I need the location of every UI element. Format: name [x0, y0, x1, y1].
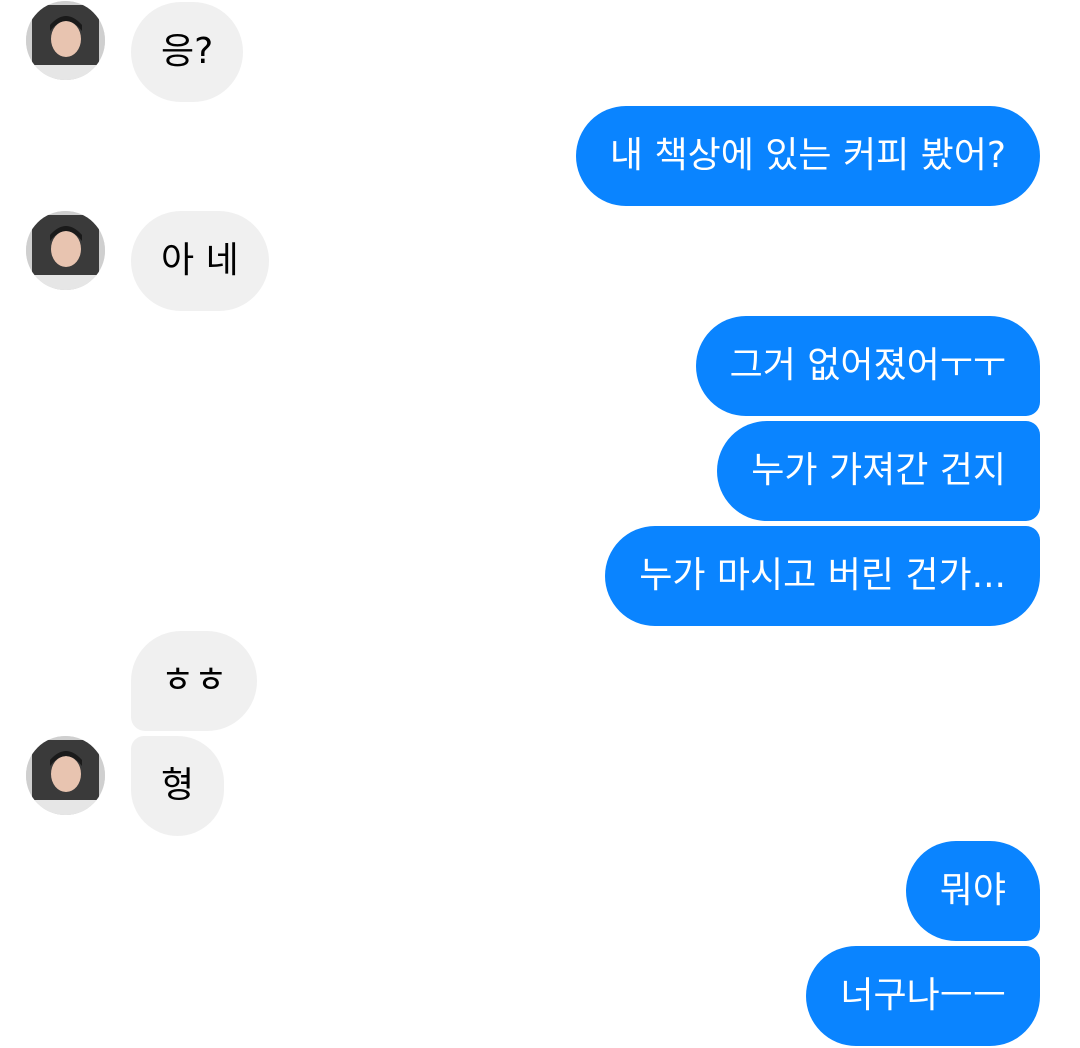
sent-message-bubble[interactable]: 그거 없어졌어ㅜㅜ [695, 316, 1040, 416]
received-message-bubble[interactable]: 형 [131, 736, 225, 836]
sent-message-bubble[interactable]: 누가 가져간 건지 [717, 421, 1040, 521]
contact-avatar[interactable] [26, 1, 105, 80]
received-message-bubble[interactable]: ㅎㅎ [131, 631, 258, 731]
avatar-photo-icon [26, 211, 105, 290]
avatar-photo-icon [26, 1, 105, 80]
contact-avatar[interactable] [26, 736, 105, 815]
avatar-photo-icon [26, 736, 105, 815]
received-message-bubble[interactable]: 아 네 [131, 211, 269, 311]
received-message-bubble[interactable]: 응? [131, 2, 244, 102]
sent-message-bubble[interactable]: 누가 마시고 버린 건가... [605, 526, 1040, 626]
contact-avatar[interactable] [26, 211, 105, 290]
sent-message-bubble[interactable]: 뭐야 [905, 841, 1040, 941]
sent-message-bubble[interactable]: 내 책상에 있는 커피 봤어? [575, 106, 1040, 206]
sent-message-bubble[interactable]: 너구나ㅡㅡ [806, 946, 1040, 1046]
